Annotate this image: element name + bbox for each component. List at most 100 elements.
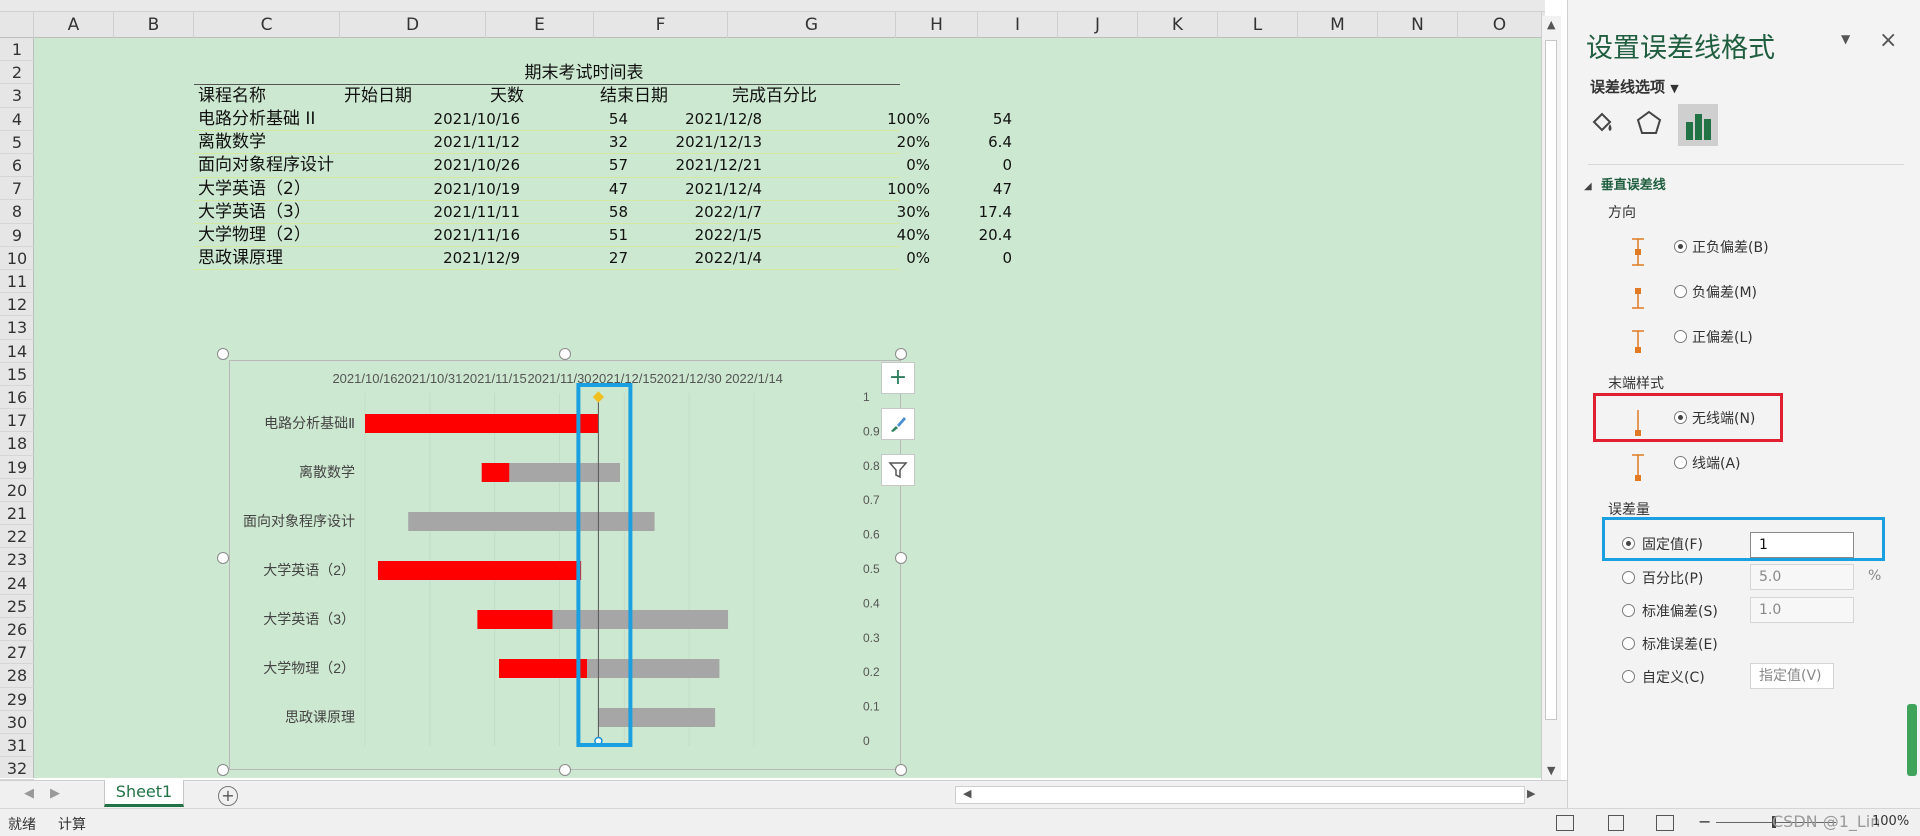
direction-minus-radio[interactable] [1674,285,1687,298]
chart-elements-button[interactable]: + [881,362,915,394]
cell-course[interactable]: 大学英语（3） [198,201,348,224]
cell-pct[interactable]: 0% [762,154,930,177]
cell-h[interactable]: 0 [930,154,1012,177]
gantt-chart[interactable]: 2021/10/16 2021/10/31 2021/11/15 2021/11/30… [229,360,901,770]
row-header[interactable]: 29 [0,688,34,711]
chart-resize-handle[interactable] [895,348,907,360]
cell-days[interactable]: 51 [520,224,628,247]
cell-pct[interactable]: 30% [762,201,930,224]
col-header-b[interactable]: B [114,12,194,38]
tab-scroll-right-icon[interactable]: ▶ [50,786,60,801]
stddev-label[interactable]: 标准偏差(S) [1642,601,1718,621]
row-header[interactable]: 4 [0,108,34,131]
fixed-value-radio[interactable] [1622,537,1635,550]
select-all-corner[interactable] [0,12,34,38]
col-header-a[interactable]: A [34,12,114,38]
stderr-radio[interactable] [1622,637,1635,650]
cell-start[interactable]: 2021/10/26 [334,154,520,177]
scroll-down-icon[interactable]: ▼ [1547,764,1555,777]
vertical-scroll-thumb[interactable] [1545,40,1557,720]
row-header[interactable]: 2 [0,61,34,85]
error-bar-options-tab[interactable] [1678,104,1718,146]
row-header[interactable]: 9 [0,224,34,247]
row-header[interactable]: 14 [0,340,34,363]
col-header-l[interactable]: L [1218,12,1298,38]
row-header[interactable]: 32 [0,757,34,781]
cell-end[interactable]: 2022/1/7 [628,201,762,224]
cell-course[interactable]: 面向对象程序设计 [198,154,348,177]
pane-options-chevron-icon[interactable]: ▼ [1841,32,1850,46]
cell-days[interactable]: 57 [520,154,628,177]
col-header-k[interactable]: K [1138,12,1218,38]
stddev-input[interactable]: 1.0 [1750,597,1854,623]
row-header[interactable]: 7 [0,177,34,201]
row-header[interactable]: 27 [0,641,34,665]
cell-pct[interactable]: 20% [762,131,930,154]
custom-label[interactable]: 自定义(C) [1642,667,1705,687]
row-header[interactable]: 3 [0,84,34,108]
header-start[interactable]: 开始日期 [344,85,412,108]
header-course[interactable]: 课程名称 [198,85,266,108]
scroll-up-icon[interactable]: ▲ [1547,18,1555,31]
cell-h[interactable]: 20.4 [930,224,1012,247]
cell-h[interactable]: 17.4 [930,201,1012,224]
cell-end[interactable]: 2022/1/4 [628,247,762,270]
cell-h[interactable]: 0 [930,247,1012,270]
row-header[interactable]: 28 [0,664,34,688]
chart-styles-button[interactable] [881,408,915,440]
percentage-label[interactable]: 百分比(P) [1642,568,1703,588]
row-header[interactable]: 26 [0,618,34,642]
cell-h[interactable]: 6.4 [930,131,1012,154]
cell-end[interactable]: 2021/12/8 [628,108,762,131]
direction-plus-label[interactable]: 正偏差(L) [1692,327,1753,347]
direction-both-label[interactable]: 正负偏差(B) [1692,237,1769,257]
chart-resize-handle[interactable] [559,348,571,360]
row-header[interactable]: 1 [0,38,34,62]
chart-filters-button[interactable] [881,454,915,486]
fill-line-tab[interactable] [1588,108,1620,144]
col-header-c[interactable]: C [194,12,340,38]
chart-resize-handle[interactable] [217,552,229,564]
cell-end[interactable]: 2021/12/21 [628,154,762,177]
effects-tab[interactable] [1634,108,1666,144]
row-header[interactable]: 17 [0,409,34,433]
row-header[interactable]: 12 [0,293,34,317]
row-header[interactable]: 15 [0,363,34,386]
row-header[interactable]: 19 [0,456,34,479]
cell-end[interactable]: 2021/12/4 [628,178,762,201]
col-header-o[interactable]: O [1458,12,1542,38]
cell-start[interactable]: 2021/11/11 [334,201,520,224]
row-header[interactable]: 25 [0,595,34,618]
scroll-left-icon[interactable]: ◀ [963,787,971,800]
row-header[interactable]: 21 [0,502,34,526]
specify-value-button[interactable]: 指定值(V) [1750,663,1834,689]
cell-course[interactable]: 大学物理（2） [198,224,348,247]
col-header-g[interactable]: G [728,12,896,38]
col-header-f[interactable]: F [594,12,728,38]
row-header[interactable]: 8 [0,200,34,224]
chart-resize-handle[interactable] [217,764,229,776]
custom-radio[interactable] [1622,670,1635,683]
cell-h[interactable]: 47 [930,178,1012,201]
horizontal-scrollbar[interactable] [955,786,1525,804]
cell-days[interactable]: 47 [520,178,628,201]
cell-end[interactable]: 2022/1/5 [628,224,762,247]
cell-course[interactable]: 思政课原理 [198,247,348,270]
cell-pct[interactable]: 100% [762,178,930,201]
row-header[interactable]: 18 [0,432,34,456]
row-header[interactable]: 31 [0,734,34,758]
end-style-nocap-radio[interactable] [1674,411,1687,424]
row-header[interactable]: 20 [0,479,34,502]
end-style-cap-label[interactable]: 线端(A) [1692,453,1741,473]
col-header-d[interactable]: D [340,12,486,38]
add-sheet-icon[interactable]: + [218,786,238,806]
header-pct[interactable]: 完成百分比 [732,85,817,108]
section-vertical-error-bars[interactable]: ◢ 垂直误差线 [1584,174,1666,193]
percentage-radio[interactable] [1622,571,1635,584]
cell-days[interactable]: 58 [520,201,628,224]
cell-start[interactable]: 2021/10/19 [334,178,520,201]
pane-scroll-indicator[interactable] [1907,704,1917,776]
cell-days[interactable]: 54 [520,108,628,131]
cell-h[interactable]: 54 [930,108,1012,131]
normal-view-icon[interactable] [1556,815,1574,831]
